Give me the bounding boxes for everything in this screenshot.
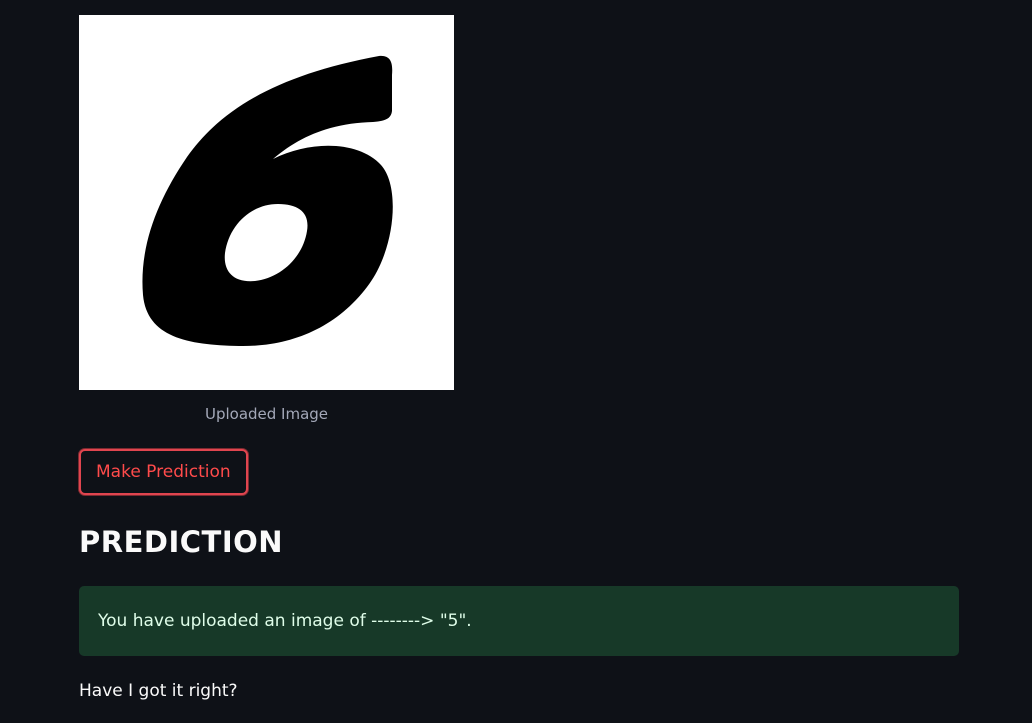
uploaded-digit-image xyxy=(79,15,454,390)
image-caption: Uploaded Image xyxy=(204,405,329,423)
make-prediction-button[interactable]: Make Prediction xyxy=(79,449,248,495)
feedback-question: Have I got it right? xyxy=(79,681,238,701)
prediction-result-text: You have uploaded an image of --------> … xyxy=(98,611,472,631)
uploaded-image-block: Uploaded Image xyxy=(79,15,454,423)
prediction-heading: PREDICTION xyxy=(79,525,284,559)
prediction-result-alert: You have uploaded an image of --------> … xyxy=(79,586,959,656)
